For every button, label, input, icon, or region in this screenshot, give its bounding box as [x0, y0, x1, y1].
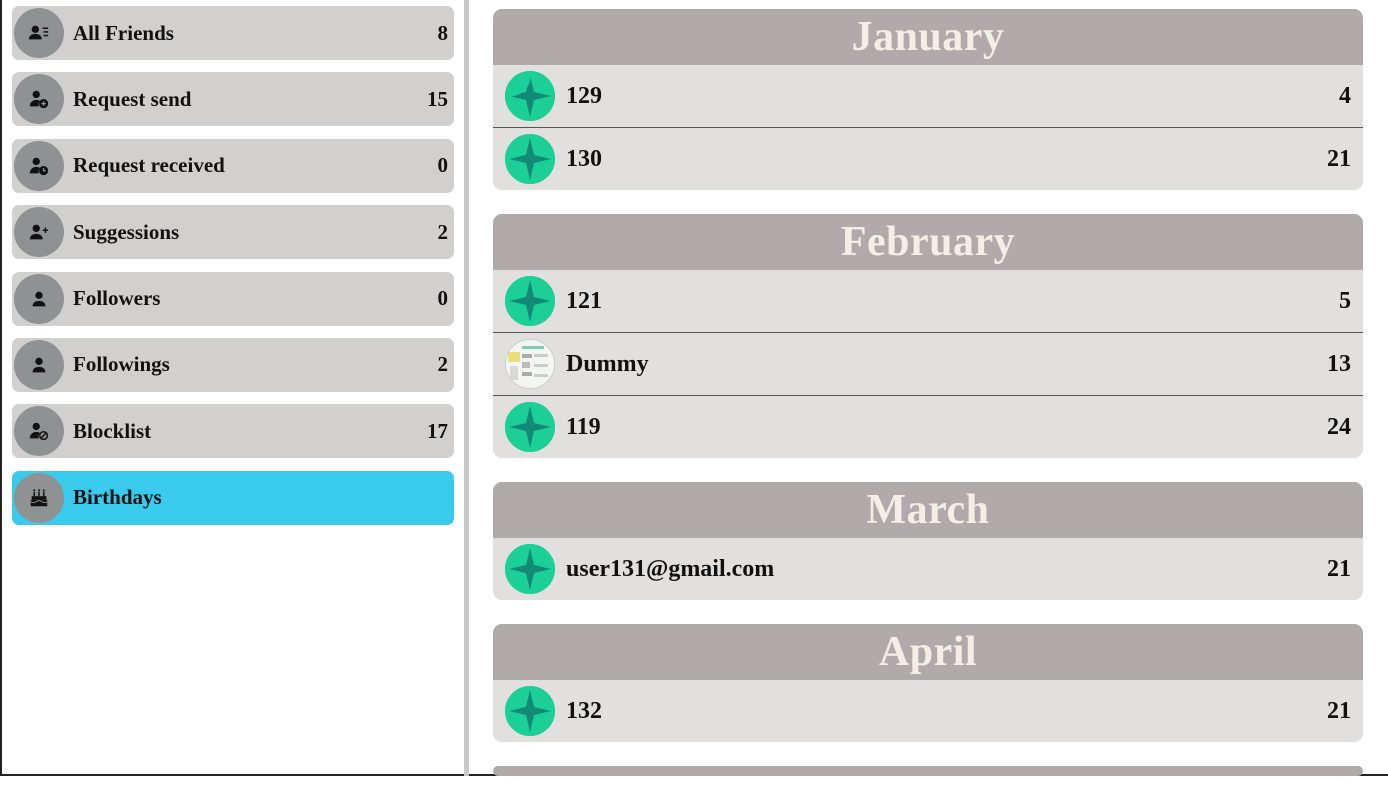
month-entries: 129 4 130 21: [493, 65, 1363, 190]
friends-list-icon: [14, 8, 64, 58]
sidebar-item-label: Request received: [73, 153, 225, 178]
avatar[interactable]: [505, 544, 555, 594]
friend-name: 119: [566, 413, 601, 440]
birthday-day: 21: [1327, 697, 1351, 724]
sidebar-item-count: 17: [427, 418, 448, 443]
sidebar-item-blocklist[interactable]: Blocklist 17: [12, 404, 454, 459]
month-group-march: March user131@gmail.com 21: [493, 482, 1363, 600]
person-icon: [14, 273, 64, 324]
friend-name: 129: [566, 82, 602, 109]
birthday-day: 21: [1327, 145, 1351, 172]
friend-name: 132: [566, 697, 602, 724]
person-clock-icon: [14, 140, 64, 191]
friend-name: 121: [566, 287, 602, 314]
birthday-row[interactable]: Dummy 13: [493, 332, 1363, 395]
person-plus-icon: [14, 207, 64, 258]
sidebar-item-count: 2: [437, 352, 449, 377]
birthday-day: 13: [1327, 350, 1351, 377]
sidebar-item-followings[interactable]: Followings 2: [12, 337, 454, 392]
month-header: April: [493, 624, 1363, 680]
sidebar-item-count: 8: [437, 20, 449, 45]
window-border-left: [0, 0, 2, 776]
birthday-row[interactable]: 119 24: [493, 395, 1363, 458]
month-group-february: February 121 5 Dummy 13 119 24: [493, 214, 1363, 458]
birthday-day: 5: [1339, 287, 1351, 314]
month-header: January: [493, 9, 1363, 65]
birthday-day: 21: [1327, 555, 1351, 582]
birthday-day: 4: [1339, 82, 1351, 109]
sidebar-item-label: Birthdays: [73, 485, 162, 510]
sidebar-item-count: 15: [427, 86, 448, 111]
sidebar-item-count: 2: [437, 219, 449, 244]
friend-name: user131@gmail.com: [566, 555, 775, 582]
sidebar-item-birthdays[interactable]: Birthdays: [12, 470, 454, 525]
sidebar-item-all-friends[interactable]: All Friends 8: [12, 6, 454, 60]
sidebar-item-label: Blocklist: [73, 418, 152, 443]
person-icon: [14, 339, 64, 390]
month-entries: user131@gmail.com 21: [493, 538, 1363, 600]
sidebar-item-request-send[interactable]: Request send 15: [12, 72, 454, 127]
person-block-icon: [14, 406, 64, 457]
month-group-april: April 132 21: [493, 624, 1363, 742]
sidebar-item-suggessions[interactable]: Suggessions 2: [12, 205, 454, 260]
avatar[interactable]: [505, 686, 555, 736]
birthday-cake-icon: [14, 472, 64, 523]
sidebar-item-label: All Friends: [73, 20, 174, 45]
friend-name: 130: [566, 145, 602, 172]
month-group-january: January 129 4 130 21: [493, 9, 1363, 190]
birthday-row[interactable]: 129 4: [493, 65, 1363, 127]
friend-name: Dummy: [566, 350, 649, 377]
birthday-day: 24: [1327, 413, 1351, 440]
sidebar-item-followers[interactable]: Followers 0: [12, 271, 454, 326]
month-header: March: [493, 482, 1363, 538]
sidebar-item-label: Suggessions: [73, 219, 180, 244]
birthday-row[interactable]: 130 21: [493, 127, 1363, 190]
birthday-row[interactable]: user131@gmail.com 21: [493, 538, 1363, 600]
sidebar-item-count: 0: [437, 286, 449, 311]
birthdays-list: January 129 4 130 21 February 121 5 Dumm…: [493, 9, 1363, 800]
person-add-circle-icon: [14, 74, 64, 125]
sidebar-item-label: Followings: [73, 352, 170, 377]
avatar[interactable]: [505, 71, 555, 121]
birthday-row[interactable]: 121 5: [493, 270, 1363, 332]
month-group-next: [493, 766, 1363, 776]
sidebar-item-request-received[interactable]: Request received 0: [12, 138, 454, 193]
panel-divider[interactable]: [464, 0, 469, 776]
friends-sidebar: All Friends 8 Request send 15 Request re…: [12, 6, 454, 537]
month-entries: 121 5 Dummy 13 119 24: [493, 270, 1363, 458]
sidebar-item-count: 0: [437, 153, 449, 178]
sidebar-item-label: Request send: [73, 86, 192, 111]
sidebar-item-label: Followers: [73, 286, 161, 311]
birthday-row[interactable]: 132 21: [493, 680, 1363, 742]
month-entries: 132 21: [493, 680, 1363, 742]
avatar[interactable]: [505, 276, 555, 326]
avatar[interactable]: [505, 402, 555, 452]
month-header: February: [493, 214, 1363, 270]
avatar[interactable]: [505, 134, 555, 184]
avatar-photo[interactable]: [505, 339, 555, 389]
